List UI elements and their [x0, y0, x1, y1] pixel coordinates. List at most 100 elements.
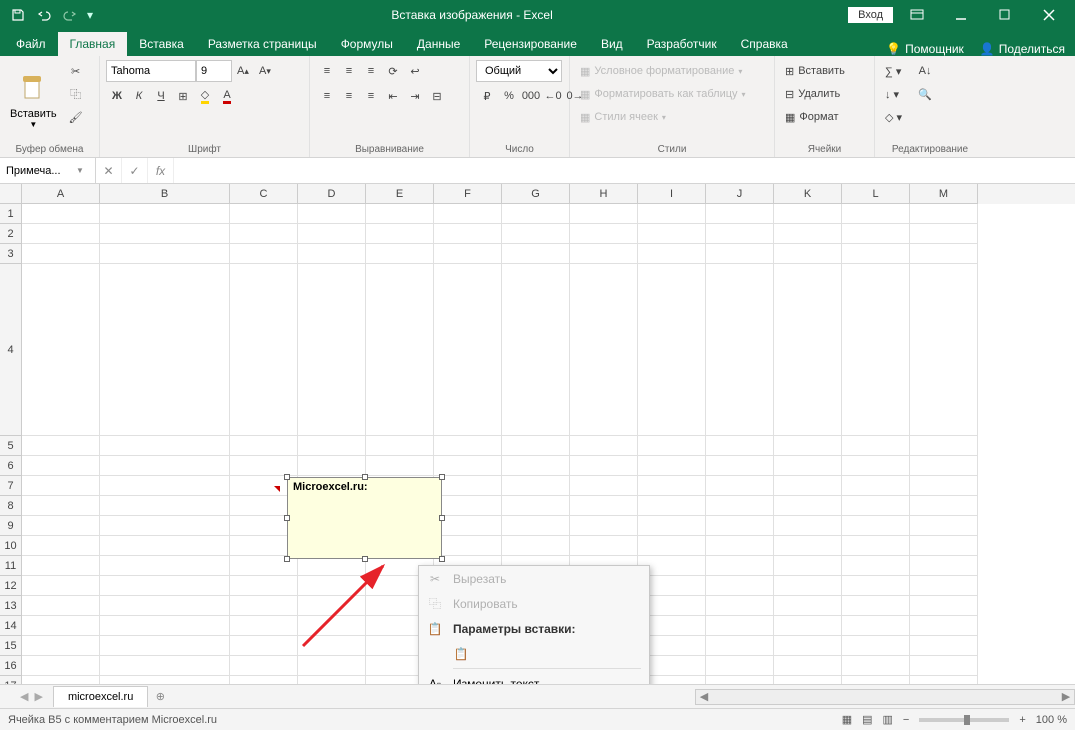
- decrease-indent-icon[interactable]: ⇤: [382, 85, 404, 107]
- cell[interactable]: [502, 224, 570, 244]
- cell[interactable]: [706, 636, 774, 656]
- cell[interactable]: [434, 436, 502, 456]
- cell[interactable]: [774, 496, 842, 516]
- cell[interactable]: [22, 616, 100, 636]
- row-header[interactable]: 16: [0, 656, 22, 676]
- cell[interactable]: [638, 516, 706, 536]
- cell[interactable]: [706, 476, 774, 496]
- cell[interactable]: [910, 556, 978, 576]
- cell[interactable]: [910, 436, 978, 456]
- cell[interactable]: [230, 436, 298, 456]
- cell[interactable]: [366, 264, 434, 436]
- zoom-level[interactable]: 100 %: [1036, 714, 1067, 726]
- format-cells-button[interactable]: ▦Формат: [781, 106, 849, 128]
- column-header[interactable]: L: [842, 184, 910, 204]
- cell[interactable]: [910, 576, 978, 596]
- copy-icon[interactable]: ⿻: [65, 83, 87, 105]
- cell[interactable]: [910, 224, 978, 244]
- name-box[interactable]: ▼: [0, 158, 96, 183]
- cell[interactable]: [100, 536, 230, 556]
- cell[interactable]: [842, 516, 910, 536]
- cell[interactable]: [298, 676, 366, 684]
- cell[interactable]: [774, 456, 842, 476]
- cell[interactable]: [22, 656, 100, 676]
- cell[interactable]: [910, 244, 978, 264]
- column-header[interactable]: D: [298, 184, 366, 204]
- cell[interactable]: [774, 224, 842, 244]
- cell[interactable]: [910, 596, 978, 616]
- cell[interactable]: [230, 616, 298, 636]
- conditional-format-button[interactable]: ▦Условное форматирование▾: [576, 60, 750, 82]
- border-button[interactable]: ⊞: [172, 85, 194, 107]
- redo-icon[interactable]: [58, 3, 82, 27]
- cell[interactable]: [366, 204, 434, 224]
- decrease-font-icon[interactable]: A▾: [254, 60, 276, 82]
- cell[interactable]: [842, 496, 910, 516]
- tab-developer[interactable]: Разработчик: [635, 32, 729, 56]
- row-header[interactable]: 15: [0, 636, 22, 656]
- cell[interactable]: [22, 456, 100, 476]
- autosum-button[interactable]: ∑ ▾: [881, 60, 906, 82]
- cell[interactable]: [638, 264, 706, 436]
- cell[interactable]: [910, 536, 978, 556]
- cell[interactable]: [774, 656, 842, 676]
- cell[interactable]: [434, 244, 502, 264]
- qat-customize-icon[interactable]: ▾: [84, 3, 96, 27]
- align-right-icon[interactable]: ≡: [360, 85, 382, 107]
- font-color-button[interactable]: А: [216, 85, 238, 107]
- cell[interactable]: [842, 596, 910, 616]
- fill-button[interactable]: ↓ ▾: [881, 83, 906, 105]
- cell[interactable]: [774, 616, 842, 636]
- cell[interactable]: [434, 536, 502, 556]
- formula-input[interactable]: [174, 163, 1075, 178]
- cell[interactable]: [774, 676, 842, 684]
- cell[interactable]: [100, 616, 230, 636]
- row-header[interactable]: 12: [0, 576, 22, 596]
- cell[interactable]: [298, 244, 366, 264]
- tab-data[interactable]: Данные: [405, 32, 472, 56]
- cell[interactable]: [570, 536, 638, 556]
- cell[interactable]: [366, 224, 434, 244]
- cell[interactable]: [22, 516, 100, 536]
- cell[interactable]: [100, 636, 230, 656]
- fill-color-button[interactable]: ◇: [194, 85, 216, 107]
- find-button[interactable]: 🔍: [910, 83, 940, 105]
- cell[interactable]: [434, 496, 502, 516]
- cell[interactable]: [230, 636, 298, 656]
- cell[interactable]: [100, 656, 230, 676]
- save-icon[interactable]: [6, 3, 30, 27]
- cell[interactable]: [774, 264, 842, 436]
- cell[interactable]: [298, 224, 366, 244]
- cell[interactable]: [706, 556, 774, 576]
- zoom-in-icon[interactable]: +: [1019, 714, 1025, 726]
- cell[interactable]: [706, 436, 774, 456]
- cell[interactable]: [570, 516, 638, 536]
- align-center-icon[interactable]: ≡: [338, 85, 360, 107]
- row-header[interactable]: 7: [0, 476, 22, 496]
- percent-icon[interactable]: %: [498, 85, 520, 107]
- row-header[interactable]: 6: [0, 456, 22, 476]
- bold-button[interactable]: Ж: [106, 85, 128, 107]
- tab-home[interactable]: Главная: [58, 32, 128, 56]
- view-normal-icon[interactable]: ▦: [842, 713, 852, 726]
- share-button[interactable]: 👤 Поделиться: [980, 42, 1065, 56]
- zoom-out-icon[interactable]: −: [903, 714, 909, 726]
- cell[interactable]: [842, 244, 910, 264]
- format-as-table-button[interactable]: ▦Форматировать как таблицу▾: [576, 83, 750, 105]
- cell[interactable]: [22, 636, 100, 656]
- tab-page-layout[interactable]: Разметка страницы: [196, 32, 329, 56]
- cell[interactable]: [774, 636, 842, 656]
- column-header[interactable]: G: [502, 184, 570, 204]
- column-header[interactable]: K: [774, 184, 842, 204]
- cell[interactable]: [910, 516, 978, 536]
- cell[interactable]: [502, 476, 570, 496]
- cell[interactable]: [298, 264, 366, 436]
- cell[interactable]: [842, 556, 910, 576]
- column-header[interactable]: F: [434, 184, 502, 204]
- cell[interactable]: [910, 456, 978, 476]
- cell[interactable]: [502, 536, 570, 556]
- increase-indent-icon[interactable]: ⇥: [404, 85, 426, 107]
- cell[interactable]: [706, 516, 774, 536]
- font-size-select[interactable]: [196, 60, 232, 82]
- fx-icon[interactable]: fx: [148, 158, 174, 183]
